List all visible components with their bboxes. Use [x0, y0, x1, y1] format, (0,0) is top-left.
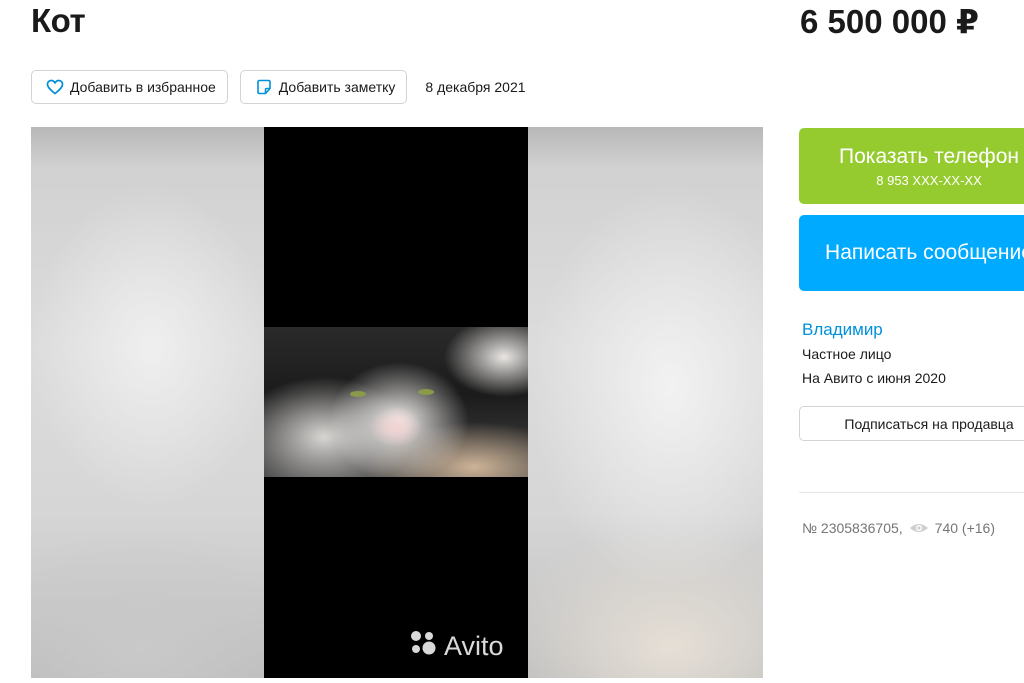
seller-name-link[interactable]: Владимир — [802, 320, 883, 340]
add-to-favorites-label: Добавить в избранное — [70, 79, 216, 95]
write-message-label: Написать сообщение — [825, 241, 1024, 264]
main-photo[interactable] — [264, 127, 528, 678]
add-note-label: Добавить заметку — [278, 79, 396, 95]
listing-actions: Добавить в избранное Добавить заметку 8 … — [31, 70, 526, 104]
contact-panel: Показать телефон 8 953 XXX-XX-XX Написат… — [799, 0, 1024, 683]
views-count: 740 (+16) — [934, 520, 995, 536]
avito-logo-icon — [408, 629, 438, 664]
heart-icon — [46, 78, 64, 96]
listing-title: Кот — [31, 2, 86, 39]
divider — [799, 492, 1024, 493]
add-note-button[interactable]: Добавить заметку — [239, 70, 408, 104]
show-phone-button[interactable]: Показать телефон 8 953 XXX-XX-XX — [799, 128, 1024, 204]
masked-phone-number: 8 953 XXX-XX-XX — [876, 172, 982, 188]
cat-eye-right — [418, 389, 434, 395]
seller-type: Частное лицо — [802, 346, 892, 362]
note-icon — [255, 78, 273, 96]
eye-icon — [908, 519, 930, 537]
cat-eye-left — [350, 391, 366, 397]
listing-page: Кот 6 500 000 ₽ Добавить в избранное Доб… — [0, 0, 1024, 683]
photo-gallery[interactable]: Avito — [31, 127, 763, 678]
avito-watermark-text: Avito — [444, 631, 504, 661]
seller-since: На Авито с июня 2020 — [802, 370, 946, 386]
listing-meta: № 2305836705, 740 (+16) — [802, 519, 995, 537]
add-to-favorites-button[interactable]: Добавить в избранное — [31, 70, 228, 104]
listing-date: 8 декабря 2021 — [425, 79, 526, 95]
ad-number: № 2305836705, — [802, 520, 903, 536]
subscribe-seller-label: Подписаться на продавца — [844, 415, 1014, 432]
cat-photo — [264, 327, 528, 477]
show-phone-label: Показать телефон — [839, 144, 1019, 168]
subscribe-seller-button[interactable]: Подписаться на продавца — [799, 406, 1024, 441]
write-message-button[interactable]: Написать сообщение — [799, 215, 1024, 291]
avito-watermark: Avito — [408, 629, 504, 664]
